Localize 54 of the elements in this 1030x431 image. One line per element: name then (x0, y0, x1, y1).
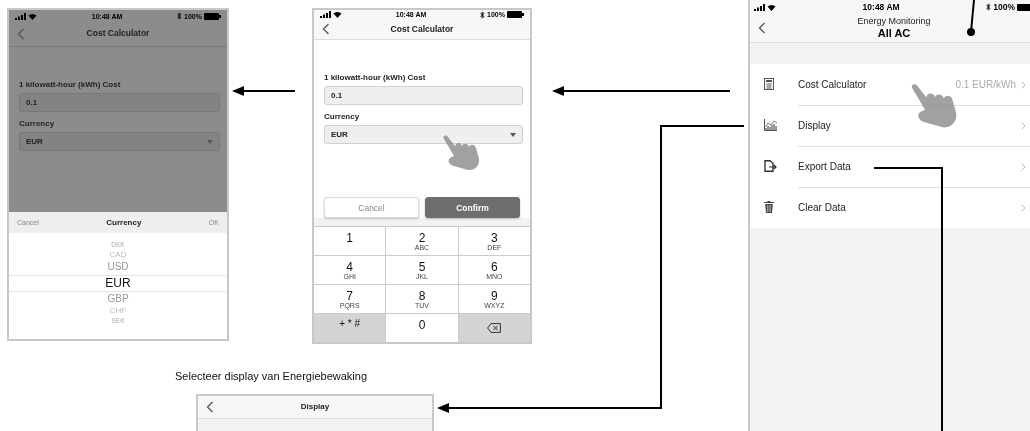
picker-option[interactable]: EUR (9, 274, 227, 292)
screen-title: Cost Calculator (86, 29, 150, 39)
field-label: Currency (324, 112, 361, 121)
wifi-icon (333, 11, 342, 19)
keypad-key[interactable]: + * # (314, 314, 386, 342)
caption-text: Selecteer display van Energiebewaking (175, 370, 367, 382)
chevron-icon (1021, 121, 1026, 130)
back-icon (206, 401, 214, 413)
caret-icon (207, 139, 213, 144)
bluetooth-icon (986, 3, 992, 11)
screen-title: Cost Calculator (390, 24, 454, 34)
back-icon (758, 22, 766, 34)
backspace-icon (487, 323, 502, 333)
confirm-button[interactable]: Confirm (425, 197, 520, 218)
cost-input-field[interactable]: 0.1 (324, 86, 523, 105)
chevron-icon (1021, 162, 1026, 171)
battery-icon (204, 12, 221, 20)
screen-subtitle: All AC (877, 26, 911, 39)
battery-percent: 100% (993, 2, 1015, 12)
screen-title: Display (300, 402, 330, 412)
field-label: 1 kilowatt-hour (kWh) Cost (324, 73, 427, 82)
chevron-icon (1021, 203, 1026, 212)
bluetooth-icon (177, 12, 183, 20)
bluetooth-icon (480, 10, 486, 19)
picker-title: Currency (106, 218, 142, 227)
caret-icon (510, 132, 516, 137)
battery-icon (507, 11, 524, 19)
battery-icon (1017, 3, 1030, 11)
keypad-key[interactable] (458, 314, 530, 342)
screen-title: Energy Monitoring (857, 17, 931, 27)
hand-pointer-icon (442, 134, 482, 172)
cost-input-field[interactable]: 0.1 (19, 93, 220, 112)
wifi-icon (767, 3, 776, 11)
field-label: 1 kilowatt-hour (kWh) Cost (19, 80, 122, 89)
keypad-key[interactable]: 0 (386, 314, 458, 342)
keypad-key[interactable]: 1 (314, 227, 386, 255)
cancel-button[interactable]: Cancel (324, 197, 419, 218)
arrow (232, 86, 296, 96)
chevron-icon (1021, 80, 1026, 89)
currency-dropdown[interactable]: EUR (324, 125, 523, 144)
back-icon (17, 28, 25, 40)
menu-value: 0.1 EUR/kWh (955, 79, 1016, 90)
currency-dropdown[interactable]: EUR (19, 132, 220, 151)
menu-item[interactable]: Cost Calculator 0.1 EUR/kWh (750, 64, 1030, 105)
status-time: 10:48 AM (862, 2, 900, 12)
chart-icon (764, 119, 778, 132)
signal-icon (15, 12, 26, 20)
leader-line (967, 0, 975, 36)
wifi-icon (28, 12, 37, 20)
field-label: Currency (19, 119, 56, 128)
back-icon (322, 23, 330, 36)
file-arrow-icon (764, 160, 778, 173)
signal-icon (320, 11, 331, 19)
signal-icon (754, 3, 765, 11)
